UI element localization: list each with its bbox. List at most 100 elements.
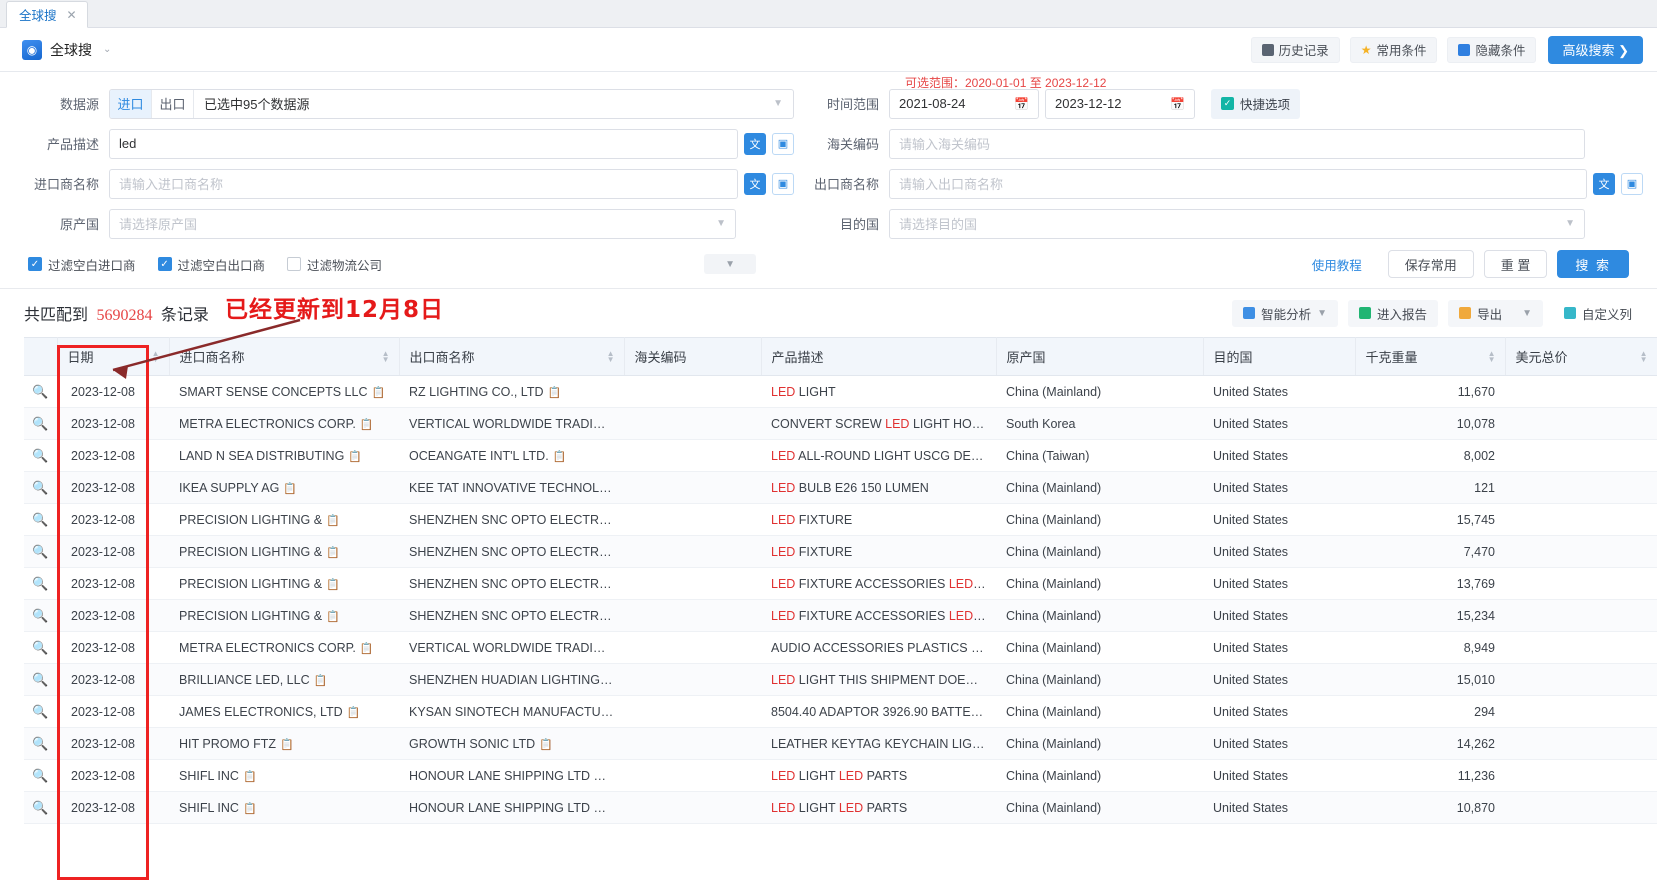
date-start-input[interactable]: 2021-08-24 📅 bbox=[889, 88, 1039, 119]
copy-icon[interactable]: 📋 bbox=[553, 451, 567, 463]
search-icon[interactable]: 🔍 bbox=[32, 576, 48, 591]
smart-analysis-button[interactable]: 智能分析 ▼ bbox=[1232, 299, 1339, 327]
tutorial-link[interactable]: 使用教程 bbox=[1312, 255, 1362, 274]
search-icon[interactable]: 🔍 bbox=[32, 704, 48, 719]
save-keyword-icon[interactable]: ▣ bbox=[1621, 172, 1643, 195]
copy-icon[interactable]: 📋 bbox=[326, 547, 340, 559]
translate-icon[interactable]: 文 bbox=[744, 132, 766, 155]
reset-button[interactable]: 重 置 bbox=[1483, 250, 1548, 278]
cell-exporter[interactable]: HONOUR LANE SHIPPING LTD XIAMEN📋 bbox=[399, 759, 624, 792]
search-icon[interactable]: 🔍 bbox=[32, 416, 48, 431]
table-row[interactable]: 🔍 2023-12-08 BRILLIANCE LED, LLC 📋 SHENZHEN … bbox=[24, 663, 1657, 696]
table-row[interactable]: 🔍 2023-12-08 SMART SENSE CONCEPTS LLC 📋 RZ L… bbox=[24, 375, 1657, 408]
copy-icon[interactable]: 📋 bbox=[326, 611, 340, 623]
table-row[interactable]: 🔍 2023-12-08 LAND N SEA DISTRIBUTING 📋 OCEAN… bbox=[24, 439, 1657, 472]
cell-importer[interactable]: LAND N SEA DISTRIBUTING 📋 bbox=[169, 439, 399, 472]
custom-columns-button[interactable]: 自定义列 bbox=[1553, 300, 1643, 327]
col-date[interactable]: 日期 ▲ ▼ bbox=[57, 337, 170, 376]
col-weight[interactable]: 千克重量 ▲ ▼ bbox=[1355, 337, 1506, 376]
cell-exporter[interactable]: SHENZHEN HUADIAN LIGHTING CO...📋 bbox=[399, 663, 624, 696]
table-row[interactable]: 🔍 2023-12-08 IKEA SUPPLY AG 📋 KEE TAT INNOVA… bbox=[24, 471, 1657, 504]
cell-importer[interactable]: HIT PROMO FTZ 📋 bbox=[169, 727, 399, 760]
hide-conditions-button[interactable]: 隐藏条件 bbox=[1447, 36, 1537, 63]
copy-icon[interactable]: 📋 bbox=[243, 803, 257, 815]
table-row[interactable]: 🔍 2023-12-08 PRECISION LIGHTING & 📋 SHENZHEN… bbox=[24, 567, 1657, 600]
col-exporter[interactable]: 出口商名称 ▲ ▼ bbox=[399, 337, 625, 376]
copy-icon[interactable]: 📋 bbox=[371, 387, 385, 399]
tab-global-search[interactable]: 全球搜 ✕ bbox=[6, 1, 88, 28]
dest-country-select[interactable]: 请选择目的国 ▼ bbox=[889, 208, 1585, 239]
copy-icon[interactable]: 📋 bbox=[283, 483, 297, 495]
table-row[interactable]: 🔍 2023-12-08 SHIFL INC 📋 HONOUR LANE SHIPPIN… bbox=[24, 759, 1657, 792]
search-icon[interactable]: 🔍 bbox=[32, 640, 48, 655]
product-desc-input[interactable]: led bbox=[109, 128, 738, 159]
cell-exporter[interactable]: SHENZHEN SNC OPTO ELECTRONIC📋 bbox=[399, 599, 624, 632]
filter-logistics-checkbox[interactable]: 过滤物流公司 bbox=[287, 255, 382, 274]
filter-blank-exporter-checkbox[interactable]: ✓ 过滤空白出口商 bbox=[157, 255, 265, 274]
copy-icon[interactable]: 📋 bbox=[326, 579, 340, 591]
copy-icon[interactable]: 📋 bbox=[280, 739, 294, 751]
cell-exporter[interactable]: VERTICAL WORLDWIDE TRADING LI...📋 bbox=[399, 407, 624, 440]
export-button[interactable]: 导出 ▼ bbox=[1448, 299, 1543, 327]
cell-exporter[interactable]: GROWTH SONIC LTD 📋 bbox=[399, 727, 624, 760]
search-icon[interactable]: 🔍 bbox=[32, 384, 48, 399]
search-icon[interactable]: 🔍 bbox=[32, 800, 48, 815]
copy-icon[interactable]: 📋 bbox=[539, 739, 553, 751]
search-icon[interactable]: 🔍 bbox=[32, 608, 48, 623]
brand[interactable]: ◉ 全球搜 ⌄ bbox=[22, 39, 111, 60]
importer-input[interactable]: 请输入进口商名称 bbox=[109, 168, 738, 199]
copy-icon[interactable]: 📋 bbox=[243, 771, 257, 783]
exporter-input[interactable]: 请输入出口商名称 bbox=[889, 168, 1587, 199]
cell-importer[interactable]: SHIFL INC 📋 bbox=[169, 759, 399, 792]
sort-icon[interactable]: ▲ ▼ bbox=[1640, 349, 1648, 363]
sort-icon[interactable]: ▲ ▼ bbox=[152, 349, 160, 363]
table-row[interactable]: 🔍 2023-12-08 PRECISION LIGHTING & 📋 SHENZHEN… bbox=[24, 599, 1657, 632]
cell-exporter[interactable]: SHENZHEN SNC OPTO ELECTRONIC📋 bbox=[399, 503, 624, 536]
cell-importer[interactable]: IKEA SUPPLY AG 📋 bbox=[169, 471, 399, 504]
sort-icon[interactable]: ▲ ▼ bbox=[382, 349, 390, 363]
table-row[interactable]: 🔍 2023-12-08 SHIFL INC 📋 HONOUR LANE SHIPPIN… bbox=[24, 791, 1657, 824]
search-button[interactable]: 搜 索 bbox=[1557, 250, 1629, 278]
col-importer[interactable]: 进口商名称 ▲ ▼ bbox=[169, 337, 400, 376]
copy-icon[interactable]: 📋 bbox=[348, 451, 362, 463]
datasource-control[interactable]: 进口 出口 已选中95个数据源 ▼ bbox=[109, 88, 794, 119]
search-icon[interactable]: 🔍 bbox=[32, 480, 48, 495]
cell-importer[interactable]: METRA ELECTRONICS CORP. 📋 bbox=[169, 631, 399, 664]
table-row[interactable]: 🔍 2023-12-08 HIT PROMO FTZ 📋 GROWTH SONIC LT… bbox=[24, 727, 1657, 760]
cell-exporter[interactable]: SHENZHEN SNC OPTO ELECTRONIC📋 bbox=[399, 567, 624, 600]
filter-blank-importer-checkbox[interactable]: ✓ 过滤空白进口商 bbox=[28, 255, 136, 274]
cell-importer[interactable]: METRA ELECTRONICS CORP. 📋 bbox=[169, 407, 399, 440]
col-value[interactable]: 美元总价 ▲ ▼ bbox=[1505, 337, 1657, 376]
table-row[interactable]: 🔍 2023-12-08 METRA ELECTRONICS CORP. 📋 VERTI… bbox=[24, 407, 1657, 440]
cell-importer[interactable]: SMART SENSE CONCEPTS LLC 📋 bbox=[169, 375, 399, 408]
table-row[interactable]: 🔍 2023-12-08 PRECISION LIGHTING & 📋 SHENZHEN… bbox=[24, 503, 1657, 536]
cell-exporter[interactable]: VERTICAL WORLDWIDE TRADING LI...📋 bbox=[399, 631, 624, 664]
copy-icon[interactable]: 📋 bbox=[548, 387, 562, 399]
search-icon[interactable]: 🔍 bbox=[32, 544, 48, 559]
cell-importer[interactable]: JAMES ELECTRONICS, LTD 📋 bbox=[169, 695, 399, 728]
copy-icon[interactable]: 📋 bbox=[360, 419, 374, 431]
close-icon[interactable]: ✕ bbox=[67, 8, 77, 22]
enter-report-button[interactable]: 进入报告 bbox=[1348, 299, 1439, 327]
cell-exporter[interactable]: SHENZHEN SNC OPTO ELECTRONIC📋 bbox=[399, 535, 624, 568]
table-row[interactable]: 🔍 2023-12-08 PRECISION LIGHTING & 📋 SHENZHEN… bbox=[24, 535, 1657, 568]
expand-more-button[interactable]: ▼ bbox=[704, 254, 757, 274]
cell-exporter[interactable]: OCEANGATE INT'L LTD. 📋 bbox=[399, 439, 624, 472]
copy-icon[interactable]: 📋 bbox=[326, 515, 340, 527]
origin-country-select[interactable]: 请选择原产国 ▼ bbox=[109, 208, 736, 239]
search-icon[interactable]: 🔍 bbox=[32, 448, 48, 463]
search-icon[interactable]: 🔍 bbox=[32, 736, 48, 751]
cell-exporter[interactable]: KEE TAT INNOVATIVE TECHNOLOGY...📋 bbox=[399, 471, 624, 504]
save-keyword-icon[interactable]: ▣ bbox=[772, 172, 794, 195]
quick-options-button[interactable]: ✓ 快捷选项 bbox=[1211, 88, 1301, 119]
search-icon[interactable]: 🔍 bbox=[32, 768, 48, 783]
table-row[interactable]: 🔍 2023-12-08 METRA ELECTRONICS CORP. 📋 VERTI… bbox=[24, 631, 1657, 664]
search-icon[interactable]: 🔍 bbox=[32, 672, 48, 687]
favorites-button[interactable]: ★ 常用条件 bbox=[1349, 36, 1438, 63]
sort-icon[interactable]: ▲ ▼ bbox=[1488, 349, 1496, 363]
save-keyword-icon[interactable]: ▣ bbox=[772, 132, 794, 155]
save-common-button[interactable]: 保存常用 bbox=[1387, 250, 1474, 278]
cell-exporter[interactable]: HONOUR LANE SHIPPING LTD XIAMEN📋 bbox=[399, 791, 624, 824]
cell-importer[interactable]: SHIFL INC 📋 bbox=[169, 791, 399, 824]
cell-exporter[interactable]: KYSAN SINOTECH MANUFACTURING...📋 bbox=[399, 695, 624, 728]
